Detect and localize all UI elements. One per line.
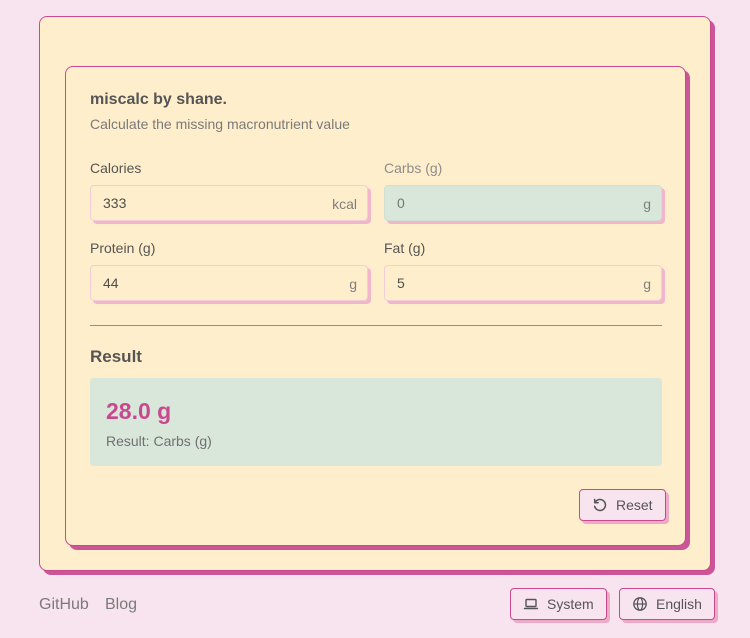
theme-button[interactable]: System — [510, 588, 607, 620]
app-subtitle: Calculate the missing macronutrient valu… — [90, 116, 350, 132]
carbs-field: g — [384, 185, 662, 221]
fat-label: Fat (g) — [384, 240, 426, 256]
protein-input[interactable] — [91, 266, 367, 300]
reset-icon — [593, 498, 607, 512]
reset-label: Reset — [616, 497, 653, 513]
calories-field[interactable]: kcal — [90, 185, 368, 221]
protein-field[interactable]: g — [90, 265, 368, 301]
result-heading: Result — [90, 347, 142, 366]
fat-unit: g — [643, 276, 651, 292]
theme-label: System — [547, 596, 594, 612]
globe-icon — [633, 597, 647, 611]
carbs-label: Carbs (g) — [384, 160, 443, 176]
fat-input[interactable] — [385, 266, 661, 300]
calories-unit: kcal — [332, 196, 357, 212]
protein-label: Protein (g) — [90, 240, 156, 256]
app-title: miscalc by shane. — [90, 91, 227, 108]
fat-field[interactable]: g — [384, 265, 662, 301]
footer-link-github[interactable]: GitHub — [39, 596, 89, 614]
calories-label: Calories — [90, 160, 142, 176]
carbs-unit: g — [643, 196, 651, 212]
language-button[interactable]: English — [619, 588, 715, 620]
result-caption: Result: Carbs (g) — [106, 433, 212, 449]
protein-unit: g — [349, 276, 357, 292]
divider — [90, 325, 662, 326]
calculator-card: miscalc by shane. Calculate the missing … — [65, 66, 686, 546]
outer-card: miscalc by shane. Calculate the missing … — [39, 16, 711, 571]
result-value: 28.0 g — [106, 398, 172, 424]
laptop-icon — [523, 598, 539, 610]
calories-input[interactable] — [91, 186, 367, 220]
result-box: 28.0 g Result: Carbs (g) — [90, 378, 662, 466]
language-label: English — [656, 596, 702, 612]
carbs-input — [385, 186, 661, 220]
reset-button[interactable]: Reset — [579, 489, 666, 521]
footer-link-blog[interactable]: Blog — [105, 596, 137, 614]
